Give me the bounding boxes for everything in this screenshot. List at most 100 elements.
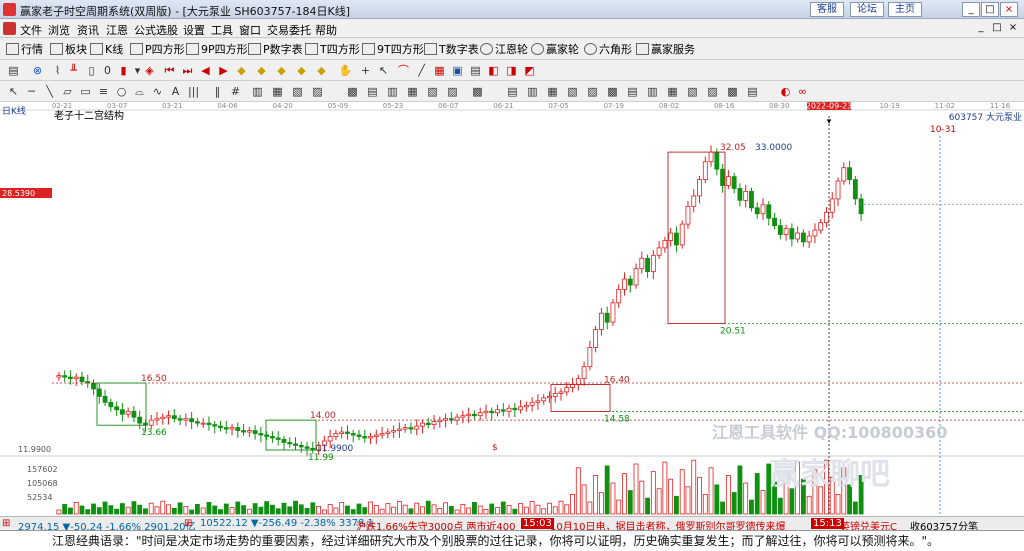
close-button[interactable]: × [1000,2,1018,17]
t-square-button[interactable]: T四方形 [305,41,360,57]
channel-icon[interactable]: ▱ [60,84,75,99]
tool-q-icon[interactable]: ▦ [545,84,560,99]
tool-h-icon[interactable]: ▩ [345,84,360,99]
customer-service-link[interactable]: 客服 [810,2,844,17]
menu-tools[interactable]: 工具 [211,22,233,38]
color-icon[interactable]: ◐ [778,84,793,99]
tool-e-icon[interactable]: ▦ [270,84,285,99]
gann-fan-icon[interactable]: ⌒ [396,63,411,78]
tool-r-icon[interactable]: ▧ [565,84,580,99]
cursor-icon[interactable]: ↖ [376,63,391,78]
hline-icon[interactable]: ─ [24,84,39,99]
fib-icon[interactable]: ≡ [96,84,111,99]
hand-icon[interactable]: ✋ [338,63,353,78]
menu-news[interactable]: 资讯 [77,22,99,38]
text-icon[interactable]: A [168,84,183,99]
kline-button[interactable]: K线 [90,41,123,57]
tool-v-icon[interactable]: ▥ [645,84,660,99]
tool-d-icon[interactable]: ▥ [250,84,265,99]
save-icon[interactable]: ▣ [450,63,465,78]
tool-f-icon[interactable]: ▧ [290,84,305,99]
diamond-icon-3[interactable]: ◆ [274,63,289,78]
print-icon[interactable]: ▤ [468,63,483,78]
last-icon[interactable]: ⏭ [180,63,195,78]
service-button[interactable]: 赢家服务 [636,41,695,57]
tool-w-icon[interactable]: ▦ [665,84,680,99]
menu-trade[interactable]: 交易委托 [267,22,311,38]
child-close-button[interactable]: × [1006,21,1020,35]
minimize-button[interactable]: _ [962,2,980,17]
left-icon[interactable]: ◀ [198,63,213,78]
calc-icon[interactable]: ▦ [432,63,447,78]
diamond-icon-5[interactable]: ◆ [314,63,329,78]
tool-y-icon[interactable]: ▨ [705,84,720,99]
menu-help[interactable]: 帮助 [315,22,337,38]
arrow-icon[interactable]: ◈ [142,63,157,78]
menu-settings[interactable]: 设置 [183,22,205,38]
menu-formula[interactable]: 公式选股 [134,22,178,38]
tool-b-icon[interactable]: ◨ [504,63,519,78]
menu-window[interactable]: 窗口 [239,22,261,38]
tool-m-icon[interactable]: ▨ [445,84,460,99]
p-table-button[interactable]: P数字表 [248,41,303,57]
wave-icon[interactable]: ∿ [150,84,165,99]
diamond-icon-2[interactable]: ◆ [254,63,269,78]
forum-link[interactable]: 论坛 [850,2,884,17]
child-restore-button[interactable]: □ [990,21,1004,35]
tool-z-icon[interactable]: ▩ [725,84,740,99]
hexagon-button[interactable]: 六角形 [584,41,632,57]
first-icon[interactable]: ⏮ [162,63,177,78]
infinity-icon[interactable]: ∞ [795,84,810,99]
maximize-button[interactable]: □ [981,2,999,17]
pattern-icon[interactable]: ⊗ [30,63,45,78]
diamond-icon-1[interactable]: ◆ [234,63,249,78]
tool-k-icon[interactable]: ▦ [405,84,420,99]
tool-aa-icon[interactable]: ▤ [745,84,760,99]
menu-gann[interactable]: 江恩 [106,22,128,38]
crosshair-icon[interactable]: + [358,63,373,78]
sector-button[interactable]: 板块 [50,41,87,57]
kline-chart[interactable]: 02-21 03-07 03-21 04-06 04-20 05-09 05-23 06-07… [0,102,1024,516]
tool-j-icon[interactable]: ▥ [385,84,400,99]
quote-button[interactable]: 行情 [6,41,43,57]
candle-icon[interactable]: ▯ [84,63,99,78]
p-square-button[interactable]: P四方形 [130,41,185,57]
menu-file[interactable]: 文件 [20,22,42,38]
pointer-icon[interactable]: ↖ [6,84,21,99]
tool-n-icon[interactable]: ▩ [470,84,485,99]
tool-a-icon[interactable]: ◧ [486,63,501,78]
tool-i-icon[interactable]: ▤ [365,84,380,99]
right-icon[interactable]: ▶ [216,63,231,78]
ray-icon[interactable]: ╲ [42,84,57,99]
tool-t-icon[interactable]: ▩ [605,84,620,99]
menu-browse[interactable]: 浏览 [48,22,70,38]
homepage-link[interactable]: 主页 [888,2,922,17]
bar-icon[interactable]: ╨ [66,63,81,78]
tool-s-icon[interactable]: ▨ [585,84,600,99]
tool-g-icon[interactable]: ▨ [310,84,325,99]
tool-p-icon[interactable]: ▥ [525,84,540,99]
fill-icon[interactable]: ▮ [116,63,131,78]
winner-wheel-button[interactable]: 赢家轮 [531,41,579,57]
gann-wheel-button[interactable]: 江恩轮 [480,41,528,57]
tool-c-icon[interactable]: ◩ [522,63,537,78]
child-minimize-button[interactable]: _ [974,21,988,35]
tool-o-icon[interactable]: ▤ [505,84,520,99]
trend-icon[interactable]: ⌇ [50,63,65,78]
cycle-icon[interactable]: ||| [186,84,201,99]
rect-icon[interactable]: ▭ [78,84,93,99]
zoom-icon[interactable]: 0 [100,63,115,78]
tool-l-icon[interactable]: ▧ [425,84,440,99]
diamond-icon-4[interactable]: ◆ [294,63,309,78]
chart-type-icon[interactable]: ▤ [6,63,21,78]
circle-icon[interactable]: ○ [114,84,129,99]
chart-area[interactable]: 02-21 03-07 03-21 04-06 04-20 05-09 05-23 06-07… [0,102,1024,516]
period-icon[interactable]: ‖ [210,84,225,99]
grid-icon[interactable]: # [228,84,243,99]
tool-u-icon[interactable]: ▤ [625,84,640,99]
line-icon[interactable]: ╱ [414,63,429,78]
t-table-button[interactable]: T数字表 [424,41,479,57]
tool-x-icon[interactable]: ▧ [685,84,700,99]
9t-square-button[interactable]: 9T四方形 [362,41,424,57]
9p-square-button[interactable]: 9P四方形 [186,41,248,57]
